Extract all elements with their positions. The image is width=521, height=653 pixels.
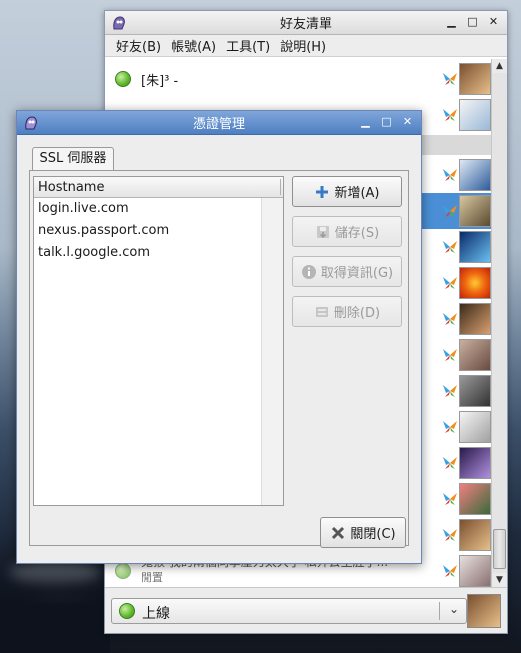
- msn-butterfly-icon: [443, 565, 457, 577]
- menu-buddies[interactable]: 好友(B): [111, 36, 166, 55]
- buddy-titlebar[interactable]: 好友清單 ▁ □ ✕: [105, 11, 507, 35]
- buddy-avatar: [459, 447, 491, 479]
- buddy-avatar: [459, 303, 491, 335]
- buddy-avatar: [459, 411, 491, 443]
- online-status-icon: [119, 603, 135, 619]
- table-row[interactable]: talk.l.google.com: [34, 242, 283, 264]
- scroll-down-icon[interactable]: ▼: [492, 573, 507, 587]
- buddy-list-scrollbar[interactable]: ▲ ▼: [491, 59, 507, 587]
- pidgin-app-icon: [113, 16, 125, 30]
- msn-butterfly-icon: [443, 349, 457, 361]
- close-icon[interactable]: ✕: [486, 14, 501, 29]
- online-status-icon: [115, 71, 131, 87]
- get-info-button-label: 取得資訊(G): [320, 266, 394, 281]
- get-info-button[interactable]: 取得資訊(G): [292, 256, 402, 287]
- table-header[interactable]: Hostname: [34, 177, 283, 198]
- table-row[interactable]: login.live.com: [34, 198, 283, 220]
- chevron-down-icon[interactable]: ⌄: [449, 602, 459, 616]
- tab-panel: Hostname login.live.com nexus.passport.c…: [29, 170, 409, 546]
- buddy-row[interactable]: [朱]³ -: [105, 61, 491, 97]
- close-button[interactable]: 關閉(C): [320, 517, 406, 548]
- hostname-table: Hostname login.live.com nexus.passport.c…: [33, 176, 284, 506]
- menu-help[interactable]: 說明(H): [275, 36, 331, 55]
- msn-butterfly-icon: [443, 493, 457, 505]
- msn-butterfly-icon: [443, 169, 457, 181]
- buddy-menubar: 好友(B) 帳號(A) 工具(T) 說明(H): [105, 35, 507, 57]
- msn-butterfly-icon: [443, 313, 457, 325]
- delete-button[interactable]: 刪除(D): [292, 296, 402, 327]
- buddy-status-text: 閒置: [141, 571, 163, 584]
- status-selector[interactable]: 上線 ⌄: [111, 598, 467, 624]
- maximize-icon[interactable]: □: [465, 14, 480, 29]
- tab-ssl-servers[interactable]: SSL 伺服器: [32, 147, 114, 171]
- buddy-avatar: [459, 195, 491, 227]
- save-icon: [316, 225, 329, 238]
- column-separator: [280, 179, 281, 195]
- buddy-avatar: [459, 63, 491, 95]
- msn-butterfly-icon: [443, 277, 457, 289]
- pidgin-app-icon: [25, 116, 37, 130]
- info-icon: [301, 264, 316, 279]
- msn-butterfly-icon: [443, 73, 457, 85]
- status-bar: 上線 ⌄: [105, 587, 507, 633]
- buddy-avatar: [459, 159, 491, 191]
- selector-divider: [439, 602, 440, 620]
- msn-butterfly-icon: [443, 385, 457, 397]
- msn-butterfly-icon: [443, 421, 457, 433]
- close-x-icon: [332, 526, 345, 539]
- table-row[interactable]: nexus.passport.com: [34, 220, 283, 242]
- menu-accounts[interactable]: 帳號(A): [166, 36, 221, 55]
- msn-butterfly-icon: [443, 241, 457, 253]
- delete-icon: [315, 306, 328, 317]
- delete-button-label: 刪除(D): [333, 306, 381, 321]
- buddy-avatar: [459, 375, 491, 407]
- plus-icon: [316, 185, 329, 198]
- scroll-up-icon[interactable]: ▲: [492, 59, 507, 73]
- buddy-avatar: [459, 231, 491, 263]
- menu-tools[interactable]: 工具(T): [221, 36, 275, 55]
- online-status-icon: [115, 563, 131, 579]
- close-button-label: 關閉(C): [350, 527, 396, 542]
- my-avatar[interactable]: [467, 594, 501, 628]
- table-side-strip: [261, 198, 283, 505]
- close-icon[interactable]: ✕: [400, 114, 415, 129]
- cert-titlebar[interactable]: 憑證管理 ▁ □ ✕: [17, 111, 421, 135]
- column-hostname: Hostname: [38, 180, 105, 195]
- buddy-avatar: [459, 519, 491, 551]
- minimize-icon[interactable]: ▁: [444, 14, 459, 29]
- add-button[interactable]: 新增(A): [292, 176, 402, 207]
- status-label: 上線: [142, 606, 170, 622]
- save-button-label: 儲存(S): [334, 226, 380, 241]
- buddy-avatar: [459, 99, 491, 131]
- buddy-name: [朱]³ -: [141, 74, 179, 89]
- certificate-manager-dialog: 憑證管理 ▁ □ ✕ SSL 伺服器 Hostname login.live.c…: [16, 110, 422, 564]
- buddy-avatar: [459, 339, 491, 371]
- scroll-thumb[interactable]: [493, 529, 506, 569]
- buddy-avatar: [459, 555, 491, 587]
- add-button-label: 新增(A): [334, 186, 380, 201]
- msn-butterfly-icon: [443, 109, 457, 121]
- msn-butterfly-icon: [443, 457, 457, 469]
- msn-butterfly-icon: [443, 529, 457, 541]
- buddy-avatar: [459, 483, 491, 515]
- maximize-icon[interactable]: □: [379, 114, 394, 129]
- minimize-icon[interactable]: ▁: [358, 114, 373, 129]
- save-button[interactable]: 儲存(S): [292, 216, 402, 247]
- buddy-avatar: [459, 267, 491, 299]
- msn-butterfly-icon: [443, 205, 457, 217]
